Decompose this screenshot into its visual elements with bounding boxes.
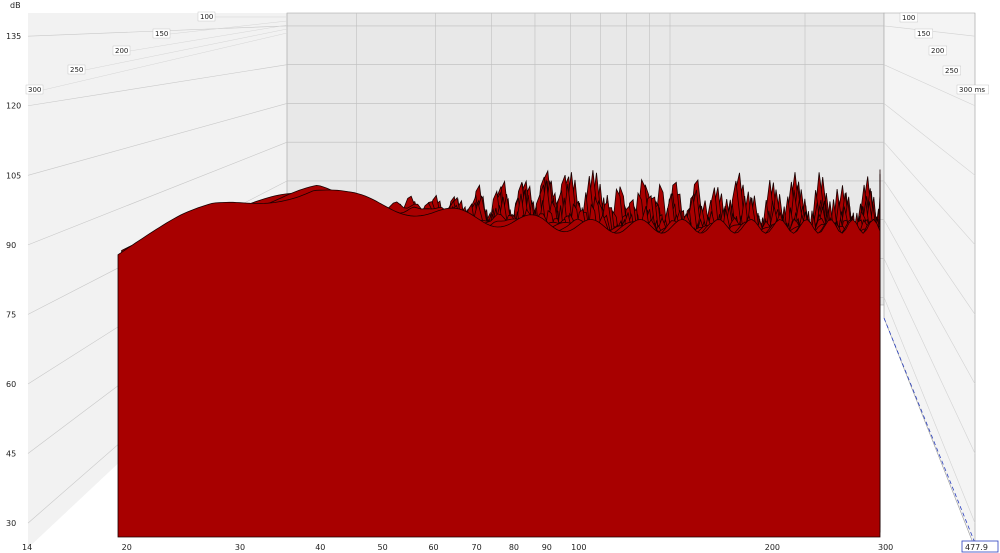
x-tick-label: 14 [22,543,32,552]
x-tick-label: 100 [571,543,586,552]
time-tick-right: 250 [945,67,958,75]
time-tick-left: 200 [115,47,128,55]
y-tick-label: 30 [6,519,16,528]
y-tick-label: 45 [6,450,16,459]
time-tick-left: 250 [70,66,83,74]
y-tick-label: 105 [6,171,21,180]
waterfall-slices [117,169,881,538]
x-tick-label: 300 [878,543,893,552]
y-tick-label: 135 [6,32,21,41]
y-tick-label: 60 [6,380,16,389]
y-tick-label: 120 [6,102,21,111]
time-tick-right: 150 [917,30,930,38]
cursor-readout: 477.9 [965,543,988,552]
x-tick-label: 70 [472,543,482,552]
x-tick-label: 60 [428,543,438,552]
y-tick-label: 90 [6,241,16,250]
time-tick-left: 150 [155,30,168,38]
x-tick-label: 50 [378,543,388,552]
time-tick-right: 200 [931,47,944,55]
x-tick-label: 200 [765,543,780,552]
waterfall-chart: 30 45 60 75 90 105 120 135 dB 14 20 30 40 50 60 70 80 90 1… [6,1,999,553]
time-tick-right: 300 ms [959,86,985,94]
x-tick-label: 90 [542,543,552,552]
y-axis-label: dB [10,1,21,10]
x-tick-label: 40 [315,543,325,552]
x-tick-label: 80 [509,543,519,552]
time-tick-right: 100 [902,14,915,22]
time-tick-left: 100 [200,13,213,21]
x-tick-label: 20 [122,543,132,552]
time-tick-left: 300 [28,86,41,94]
y-tick-label: 75 [6,310,16,319]
x-tick-label: 30 [235,543,245,552]
waterfall-slice [117,189,881,538]
